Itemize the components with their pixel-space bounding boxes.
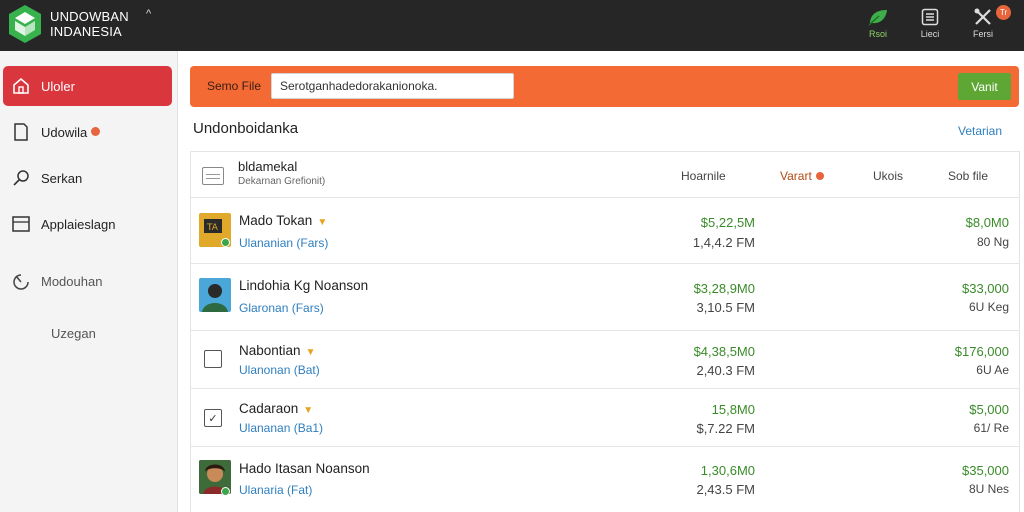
row-value-secondary: 2,40.3 FM [696, 363, 755, 378]
sidebar-item-label: Serkan [41, 170, 83, 186]
row-file-value: $176,000 [954, 344, 1009, 359]
chevron-up-icon[interactable]: ^ [146, 8, 151, 20]
row-file-size: 61/ Re [973, 421, 1009, 435]
sidebar-item-label: Uzegan [51, 325, 96, 341]
list-icon [11, 214, 31, 234]
top-action-label: Lieci [920, 29, 940, 39]
search-button[interactable]: Vanit [958, 73, 1011, 100]
tools-icon [974, 8, 991, 25]
logo-icon[interactable] [8, 4, 42, 44]
row-value-primary: $3,28,9M0 [693, 281, 755, 296]
row-file-size: 6U Ae [976, 363, 1009, 377]
row-checkbox-checked[interactable]: ✓ [204, 409, 222, 427]
sort-indicator-icon [815, 172, 824, 180]
row-value-secondary: $,7.22 FM [696, 421, 755, 436]
row-value-primary: 15,8M0 [711, 402, 755, 417]
row-file-value: $8,0M0 [965, 215, 1009, 230]
row-name: Mado Tokan ▼ [239, 213, 328, 228]
leaf-icon [868, 10, 887, 26]
table-row[interactable]: Nabontian ▼ Ulanonan (Bat) $4,38,5M0 2,40… [191, 331, 1019, 389]
sidebar-item-udowila[interactable]: Udowila [3, 112, 172, 152]
section-title: Undonboidanka [193, 120, 299, 137]
row-file-size: 6U Keg [968, 300, 1009, 314]
sidebar-item-modouhan[interactable]: Modouhan [3, 261, 172, 301]
sidebar-item-label: Applaieslagn [41, 216, 116, 232]
sidebar-item-applaieslagn[interactable]: Applaieslagn [3, 204, 172, 244]
sidebar-item-uzegan[interactable]: Uzegan [3, 313, 172, 353]
sidebar-item-uloler[interactable]: Uloler [3, 66, 172, 106]
sidebar-badge [91, 126, 101, 136]
row-file-value: $5,000 [969, 402, 1009, 417]
section-link[interactable]: Vetarian [958, 124, 1002, 138]
brand-name: UNDOWBAN INDANESIA [50, 9, 129, 39]
top-action-rsoi[interactable]: Rsoi [858, 8, 898, 39]
column-header-ukois[interactable]: Ukois [873, 169, 903, 183]
row-file-size: 80 Ng [976, 235, 1009, 249]
select-all-checkbox[interactable] [202, 167, 224, 185]
person-thumbnail [199, 278, 231, 312]
table-header: bldamekal Dekarnan Grefionit) Hoarnile V… [191, 152, 1019, 198]
row-name: Lindohia Kg Noanson [239, 278, 369, 293]
data-table: bldamekal Dekarnan Grefionit) Hoarnile V… [190, 151, 1020, 512]
sidebar-item-serkan[interactable]: Serkan [3, 158, 172, 198]
search-icon [11, 168, 31, 188]
sidebar-item-label: Modouhan [41, 273, 103, 289]
notification-badge[interactable]: Tr [996, 5, 1011, 20]
header-title: bldamekal [238, 159, 298, 174]
status-badge [221, 238, 230, 247]
sidebar-item-label: Udowila [41, 125, 101, 140]
top-bar: UNDOWBAN INDANESIA ^ Rsoi Lieci Fersi Tr [0, 0, 1024, 51]
row-name: Nabontian ▼ [239, 343, 316, 358]
column-header-sob-file[interactable]: Sob file [948, 169, 988, 183]
document-icon [921, 8, 939, 26]
row-value-secondary: 1,4,4.2 FM [692, 235, 755, 250]
status-badge [221, 487, 230, 496]
search-input[interactable] [271, 73, 514, 99]
page-icon [11, 122, 31, 142]
row-checkbox[interactable] [204, 350, 222, 368]
row-subtitle[interactable]: Ulanaria (Fat) [239, 483, 312, 497]
column-header-hoarnile[interactable]: Hoarnile [681, 169, 726, 183]
table-row[interactable]: TA Mado Tokan ▼ Ulananian (Fars) $5,22,5M… [191, 198, 1019, 264]
row-file-value: $33,000 [962, 281, 1009, 296]
search-bar: Semo File Vanit [190, 66, 1019, 107]
star-icon: ▼ [317, 217, 328, 228]
svg-text:TA: TA [206, 223, 219, 233]
row-subtitle[interactable]: Glaronan (Fars) [239, 301, 324, 315]
column-header-varart[interactable]: Varart [780, 169, 824, 183]
row-value-primary: 1,30,6M0 [700, 463, 755, 478]
header-subtitle: Dekarnan Grefionit) [238, 176, 326, 187]
row-file-size: 8U Nes [968, 482, 1009, 496]
top-action-lieci[interactable]: Lieci [910, 8, 950, 39]
row-file-value: $35,000 [962, 463, 1009, 478]
star-icon: ▼ [303, 405, 314, 416]
sidebar-item-label: Uloler [41, 78, 75, 94]
star-icon: ▼ [305, 347, 316, 358]
table-row[interactable]: Hado Itasan Noanson Ulanaria (Fat) 1,30,… [191, 447, 1019, 512]
row-name: Hado Itasan Noanson [239, 461, 370, 476]
row-value-primary: $5,22,5M [700, 215, 755, 230]
sidebar: Uloler Udowila Serkan Applaieslagn Modou… [0, 51, 178, 512]
home-icon [11, 76, 31, 96]
row-name: Cadaraon ▼ [239, 401, 314, 416]
chart-icon [11, 271, 31, 291]
top-action-label: Fersi [973, 29, 993, 39]
row-subtitle[interactable]: Ulananan (Ba1) [239, 421, 323, 435]
search-label: Semo File [207, 79, 262, 93]
row-subtitle[interactable]: Ulananian (Fars) [239, 236, 328, 250]
row-value-secondary: 2,43.5 FM [696, 482, 755, 497]
table-row[interactable]: Lindohia Kg Noanson Glaronan (Fars) $3,2… [191, 264, 1019, 331]
top-action-label: Rsoi [868, 29, 887, 39]
row-subtitle[interactable]: Ulanonan (Bat) [239, 363, 320, 377]
table-row[interactable]: ✓ Cadaraon ▼ Ulananan (Ba1) 15,8M0 $,7.22… [191, 389, 1019, 447]
row-value-primary: $4,38,5M0 [693, 344, 755, 359]
row-value-secondary: 3,10.5 FM [696, 300, 755, 315]
